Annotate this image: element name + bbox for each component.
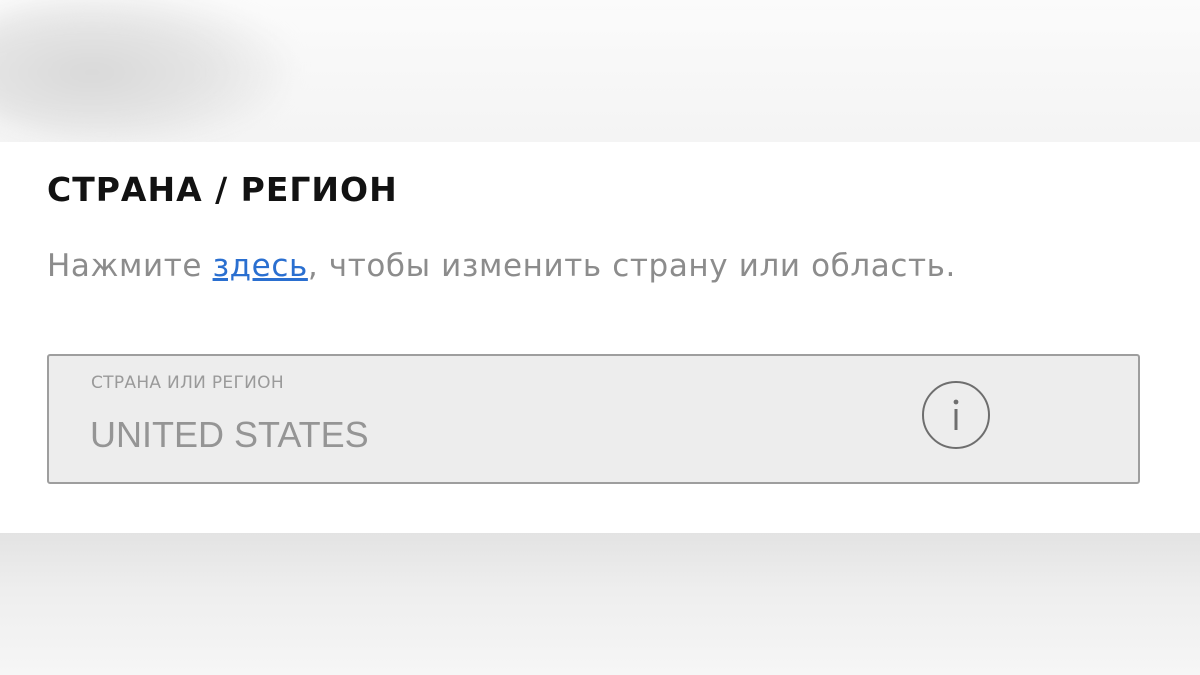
country-field-value: UNITED STATES — [90, 414, 369, 455]
page: СТРАНА / РЕГИОН Нажмите здесь, чтобы изм… — [0, 0, 1200, 675]
blurred-footer-area — [0, 533, 1200, 675]
country-region-panel: СТРАНА / РЕГИОН Нажмите здесь, чтобы изм… — [0, 142, 1200, 533]
description-text-after: , чтобы изменить страну или область. — [307, 248, 956, 284]
country-field-label: СТРАНА ИЛИ РЕГИОН — [91, 373, 284, 393]
blurred-logo-shape — [0, 0, 290, 140]
section-title: СТРАНА / РЕГИОН — [47, 170, 398, 209]
country-region-field: СТРАНА ИЛИ РЕГИОН UNITED STATES — [47, 354, 1140, 484]
change-country-description: Нажмите здесь, чтобы изменить страну или… — [47, 248, 956, 284]
info-icon[interactable] — [921, 380, 991, 450]
change-country-link[interactable]: здесь — [213, 248, 308, 284]
description-text-before: Нажмите — [47, 248, 213, 284]
blurred-header-area — [0, 0, 1200, 142]
